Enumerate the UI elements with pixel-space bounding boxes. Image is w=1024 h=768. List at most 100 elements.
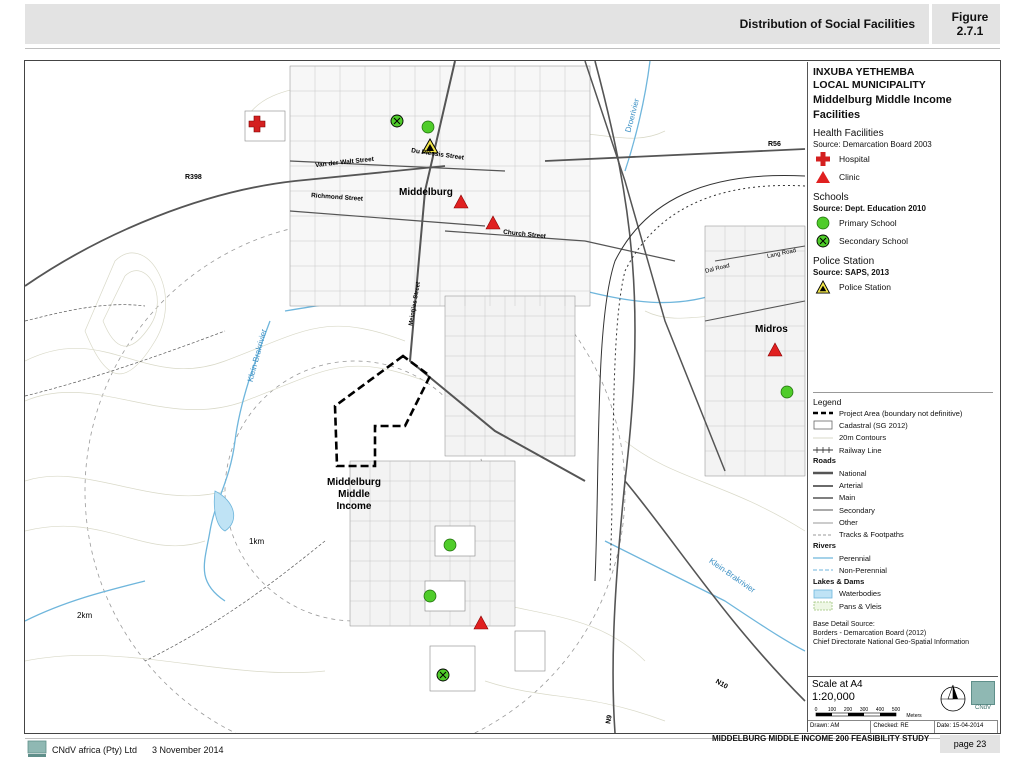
scale-tick: 300	[860, 707, 869, 713]
primary-school-marker[interactable]	[421, 120, 435, 134]
scale-tick: 400	[876, 707, 885, 713]
road-n9	[594, 61, 636, 733]
scale-unit: Meters	[906, 713, 922, 719]
dashed-boundary-icon	[813, 410, 833, 416]
legend-row-non-perennial: Non-Perennial	[813, 564, 993, 576]
label-r56: R56	[768, 141, 781, 148]
project-label-line: Middelburg	[327, 477, 381, 488]
secondary-school-marker[interactable]	[436, 668, 450, 682]
health-heading: Health Facilities	[813, 128, 884, 139]
project-area-boundary[interactable]	[333, 354, 432, 468]
roads-heading: Roads	[813, 456, 836, 466]
rivers-heading: Rivers	[813, 540, 836, 550]
legend-label: Waterbodies	[839, 589, 881, 599]
legend-label: Perennial	[839, 553, 871, 563]
footer-study-title: MIDDELBURG MIDDLE INCOME 200 FEASIBILITY…	[712, 734, 930, 743]
header-bar: Distribution of Social Facilities	[25, 4, 1000, 44]
primary-school-marker[interactable]	[443, 538, 457, 552]
legend-item-clinic: Clinic	[813, 168, 993, 186]
legend-row-national: National	[813, 467, 993, 479]
figure-number: 2.7.1	[956, 24, 984, 38]
scale-tick: 100	[828, 707, 837, 713]
primary-school-icon	[813, 216, 833, 230]
schools-source: Source: Dept. Education 2010	[813, 204, 926, 213]
legend-row-pans: Pans & Vleis	[813, 600, 993, 612]
cadastral-icon	[813, 420, 833, 430]
label-project-area: Middelburg Middle Income	[320, 477, 388, 513]
police-heading: Police Station	[813, 256, 875, 267]
track-icon	[813, 532, 833, 538]
legend-label: Tracks & Footpaths	[839, 530, 904, 540]
police-station-icon	[813, 280, 833, 294]
map-date: Date: 15-04-2014	[935, 721, 998, 733]
legend-row-cadastral: Cadastral (SG 2012)	[813, 419, 993, 431]
legend-label: Pans & Vleis	[839, 601, 882, 611]
footer-company: CNdV africa (Pty) Ltd	[52, 745, 138, 755]
scale-box: Scale at A4 1:20,000 0 100 200 300 400 5…	[808, 676, 998, 733]
label-midros: Midros	[755, 324, 788, 335]
secondary-school-icon	[813, 234, 833, 248]
arterial-road-icon	[813, 483, 833, 489]
secondary-road-icon	[813, 507, 833, 513]
hospital-icon	[813, 152, 833, 166]
base-source-line: Borders - Demarcation Board (2012)	[813, 630, 927, 638]
non-perennial-river-icon	[813, 567, 833, 573]
legend-title-line2: LOCAL MUNICIPALITY	[813, 79, 926, 91]
legend-label: Other	[839, 518, 858, 528]
label-middelburg: Middelburg	[399, 187, 453, 198]
legend-row-secondary: Secondary	[813, 504, 993, 516]
checked-by: Checked: RE	[871, 721, 935, 733]
legend-row-other: Other	[813, 516, 993, 528]
legend-label: Hospital	[839, 154, 870, 164]
legend-label: Railway Line	[839, 445, 882, 455]
figure-label: Figure	[951, 10, 989, 24]
label-r398: R398	[185, 174, 202, 181]
scale-title: Scale at A4	[812, 679, 863, 690]
legend-row-railway: Railway Line	[813, 444, 993, 456]
road-n9-north	[584, 61, 726, 472]
legend-item-secondary-school: Secondary School	[813, 232, 993, 250]
legend-row-waterbodies: Waterbodies	[813, 588, 993, 600]
logo-text: CNdV	[974, 705, 991, 711]
legend-item-police-station: Police Station	[813, 278, 993, 296]
legend-spacer	[813, 296, 993, 384]
project-label-line: Middle	[338, 489, 370, 500]
scale-ratio: 1:20,000	[812, 691, 855, 703]
scale-footer: Drawn: AM Checked: RE Date: 15-04-2014	[808, 720, 998, 733]
scale-tick: 0	[815, 707, 818, 713]
base-source-line: Base Detail Source:	[813, 621, 875, 629]
contour-line-icon	[813, 435, 833, 441]
figure-number-box: Figure 2.7.1	[940, 4, 1000, 44]
primary-school-marker[interactable]	[423, 589, 437, 603]
main-road-icon	[813, 495, 833, 501]
map-canvas[interactable]	[25, 61, 808, 733]
north-arrow-icon	[940, 684, 966, 712]
header-rule	[25, 48, 1000, 49]
legend-label: Arterial	[839, 481, 863, 491]
legend-label: Secondary School	[839, 236, 908, 246]
secondary-school-marker[interactable]	[390, 114, 404, 128]
school-parcel	[434, 525, 476, 557]
legend-label: Primary School	[839, 218, 897, 228]
legend-row-main: Main	[813, 492, 993, 504]
legend-row-arterial: Arterial	[813, 479, 993, 491]
school-parcel	[429, 645, 476, 692]
scale-bar: 0 100 200 300 400 500 Meters	[815, 707, 923, 719]
legend-heading: Legend	[813, 392, 993, 407]
logo-mark	[971, 681, 995, 705]
railway-icon	[813, 447, 833, 454]
legend-label: Non-Perennial	[839, 565, 887, 575]
primary-school-marker[interactable]	[780, 385, 794, 399]
company-logo-icon	[27, 740, 47, 758]
legend-title-line1: INXUBA YETHEMBA	[813, 66, 915, 78]
legend-label: National	[839, 468, 867, 478]
schools-heading: Schools	[813, 192, 849, 203]
label-2km: 2km	[77, 611, 93, 620]
project-label-line: Income	[336, 501, 372, 512]
other-road-icon	[813, 520, 833, 526]
legend-label: Secondary	[839, 505, 875, 515]
legend-label: Police Station	[839, 282, 891, 292]
road-n10	[624, 480, 806, 702]
legend-subtitle-line2: Facilities	[813, 109, 861, 121]
police-source: Source: SAPS, 2013	[813, 268, 890, 277]
